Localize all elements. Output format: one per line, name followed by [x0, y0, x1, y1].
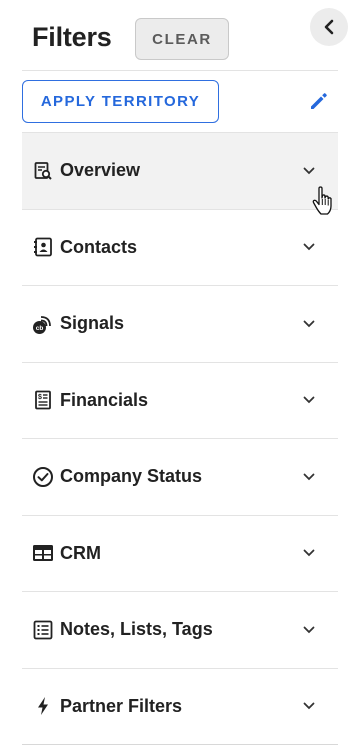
crm-table-icon	[32, 542, 54, 564]
bolt-icon	[32, 695, 54, 717]
page-title: Filters	[32, 22, 112, 52]
section-crm[interactable]: CRM	[22, 514, 338, 592]
section-company-status[interactable]: Company Status	[22, 438, 338, 515]
collapse-panel-button[interactable]	[310, 8, 348, 46]
chevron-down-icon	[302, 393, 316, 407]
header-divider	[22, 70, 338, 71]
list-icon	[32, 619, 54, 641]
section-notes-lists-tags[interactable]: Notes, Lists, Tags	[22, 591, 338, 668]
contacts-icon	[32, 236, 54, 258]
check-circle-icon	[32, 466, 54, 488]
overview-icon	[32, 160, 54, 182]
section-label: Financials	[60, 389, 149, 410]
section-overview[interactable]: Overview	[22, 132, 338, 209]
chevron-down-icon	[302, 317, 316, 331]
section-label: Company Status	[60, 466, 203, 487]
section-signals[interactable]: cb Signals	[22, 285, 338, 362]
section-label: Signals	[60, 313, 125, 334]
financials-icon: $	[32, 389, 54, 411]
section-label: Partner Filters	[60, 695, 183, 716]
sections-bottom-divider	[22, 744, 338, 745]
section-label: Contacts	[60, 236, 138, 257]
chevron-down-icon	[302, 623, 316, 637]
chevron-down-icon	[302, 546, 316, 560]
section-financials[interactable]: $ Financials	[22, 361, 338, 439]
apply-territory-button[interactable]: APPLY TERRITORY	[22, 80, 219, 123]
section-contacts[interactable]: Contacts	[22, 208, 338, 286]
edit-territory-button[interactable]	[306, 88, 332, 114]
svg-text:cb: cb	[36, 325, 44, 332]
chevron-down-icon	[302, 699, 316, 713]
svg-text:$: $	[38, 394, 42, 401]
section-label: Overview	[60, 160, 141, 181]
chevron-down-icon	[302, 164, 316, 178]
clear-button[interactable]: CLEAR	[135, 18, 229, 60]
section-label: Notes, Lists, Tags	[60, 619, 213, 640]
chevron-left-icon	[324, 19, 334, 35]
chevron-down-icon	[302, 240, 316, 254]
section-label: CRM	[60, 542, 101, 563]
signals-icon: cb	[32, 313, 54, 335]
filter-sections: Overview Contacts cb Signals $ Financial…	[22, 132, 338, 744]
pencil-icon	[311, 93, 327, 109]
filters-header: Filters CLEAR	[0, 0, 360, 70]
section-partner-filters[interactable]: Partner Filters	[22, 667, 338, 745]
chevron-down-icon	[302, 470, 316, 484]
